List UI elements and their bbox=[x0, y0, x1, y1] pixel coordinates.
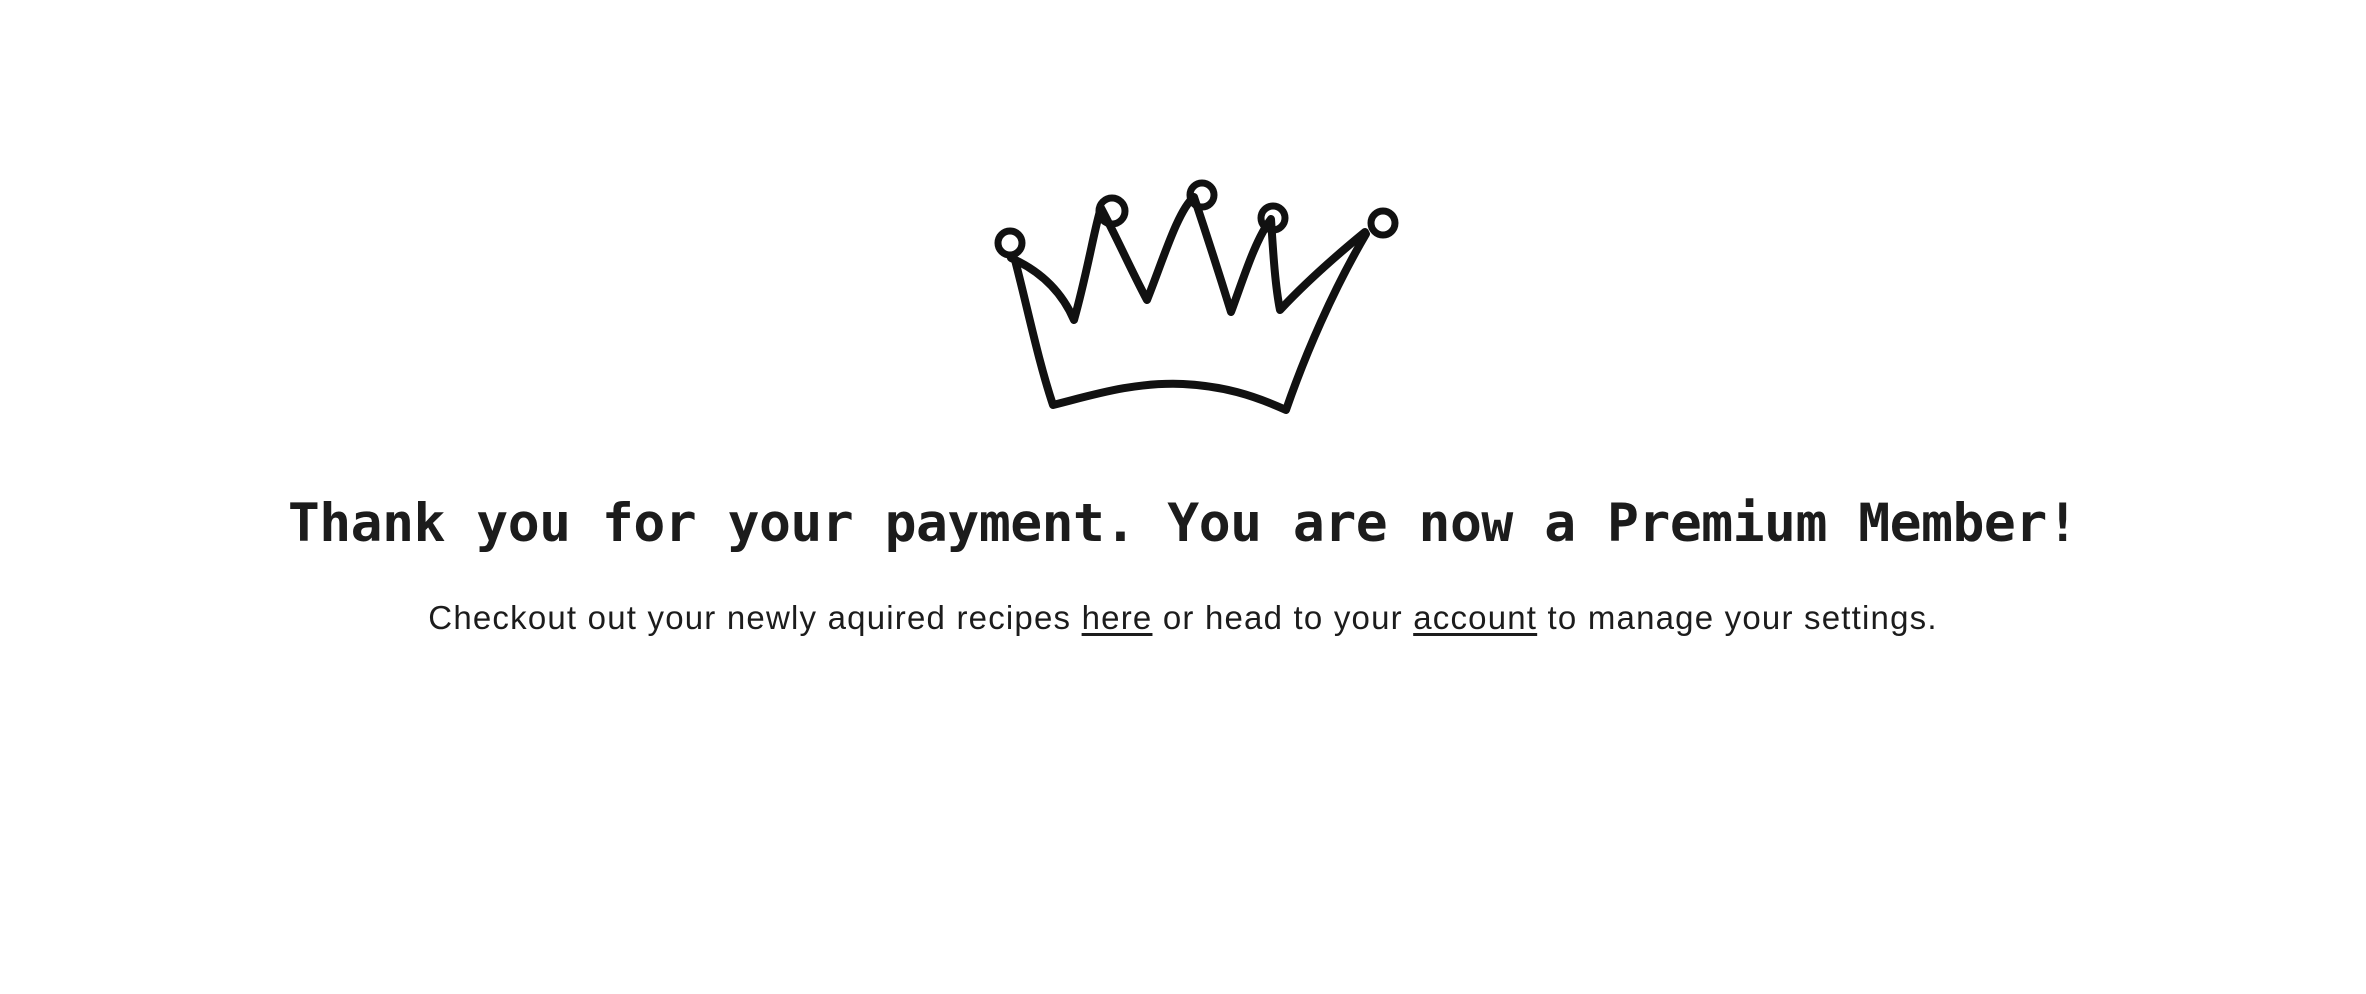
message-text-start: Checkout out your newly aquired recipes bbox=[428, 599, 1082, 636]
payment-confirmation-page: Thank you for your payment. You are now … bbox=[0, 0, 2366, 994]
message-text-middle: or head to your bbox=[1152, 599, 1414, 636]
crown-logo bbox=[983, 170, 1403, 420]
account-link[interactable]: account bbox=[1413, 599, 1537, 636]
recipes-link[interactable]: here bbox=[1082, 599, 1153, 636]
crown-icon bbox=[994, 179, 1399, 414]
message-text-end: to manage your settings. bbox=[1537, 599, 1938, 636]
confirmation-message: Checkout out your newly aquired recipes … bbox=[0, 590, 2366, 646]
page-title: Thank you for your payment. You are now … bbox=[287, 493, 2079, 554]
